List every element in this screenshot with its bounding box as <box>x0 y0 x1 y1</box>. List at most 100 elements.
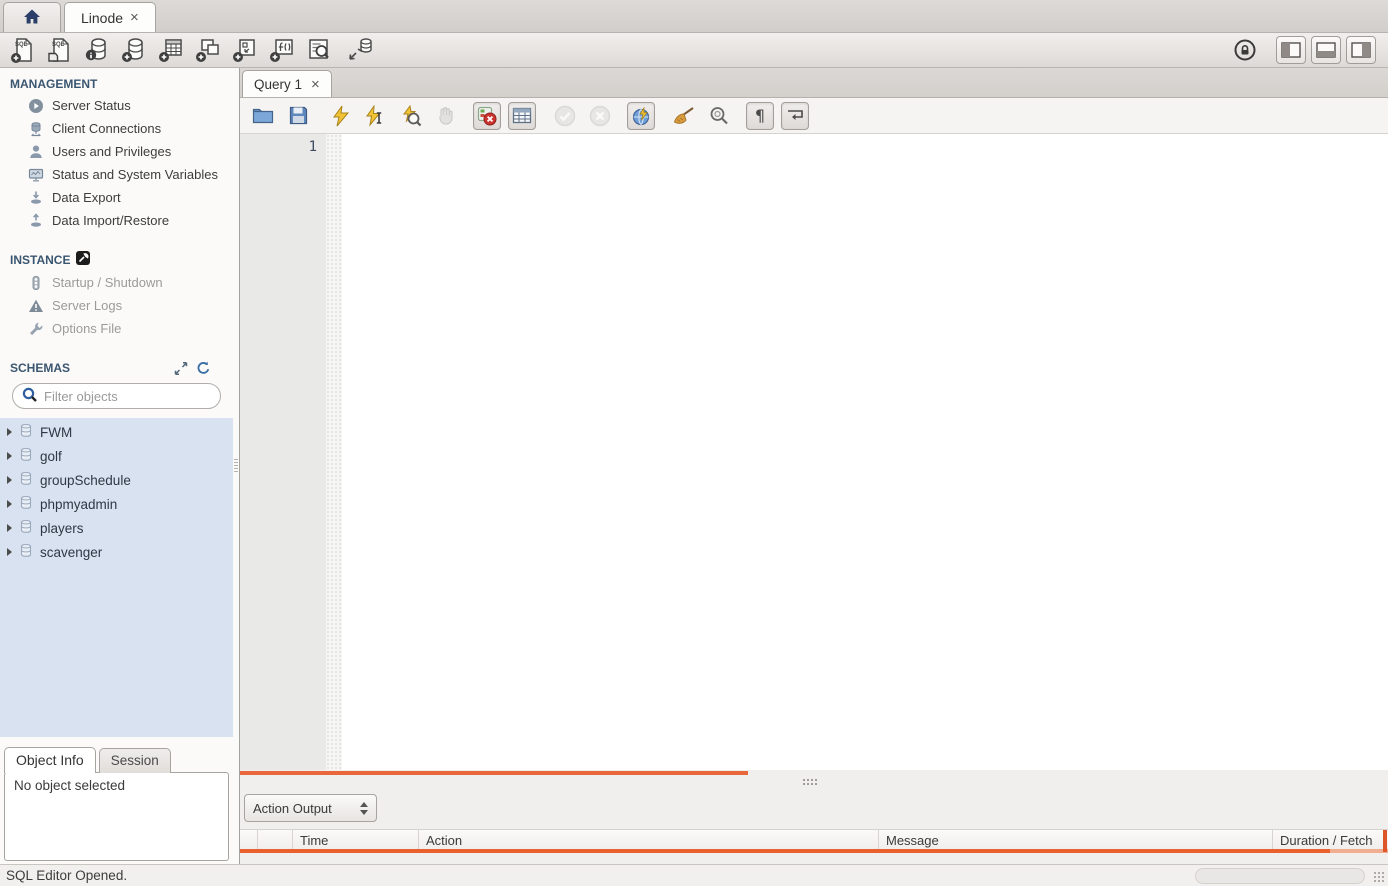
admin-wrench-badge-icon <box>76 251 90 268</box>
query-tabbar: Query 1 × <box>240 68 1388 98</box>
sidebar-item-data-import[interactable]: Data Import/Restore <box>0 209 233 232</box>
home-tab[interactable] <box>3 2 61 32</box>
new-table-button[interactable] <box>152 35 189 65</box>
save-button[interactable] <box>284 102 312 130</box>
output-hscrollbar-thumb[interactable] <box>240 849 1330 853</box>
toolbar-right-group <box>1231 36 1384 64</box>
expander-icon[interactable] <box>7 428 12 436</box>
rollback-button[interactable] <box>586 102 614 130</box>
open-sql-script-button[interactable]: SQL <box>41 35 78 65</box>
output-splitter[interactable] <box>240 776 1388 787</box>
sidebar-item-options-file[interactable]: Options File <box>0 317 233 340</box>
explain-button[interactable] <box>397 102 425 130</box>
schema-filter-box <box>12 383 221 409</box>
schema-inspector-button[interactable] <box>78 35 115 65</box>
management-section-title: MANAGEMENT <box>0 68 233 94</box>
execute-current-statement-button[interactable] <box>362 102 390 130</box>
toggle-word-wrap-button[interactable] <box>781 102 809 130</box>
query-tab[interactable]: Query 1 × <box>242 70 332 97</box>
schema-row-fwm[interactable]: FWM <box>0 420 233 444</box>
splitter-grip <box>802 778 818 785</box>
database-icon <box>19 471 33 489</box>
new-procedure-button[interactable] <box>226 35 263 65</box>
schema-row-scavenger[interactable]: scavenger <box>0 540 233 564</box>
reconnect-dbms-button[interactable] <box>341 35 378 65</box>
expander-icon[interactable] <box>7 548 12 556</box>
tab-object-info[interactable]: Object Info <box>4 747 96 773</box>
schema-row-players[interactable]: players <box>0 516 233 540</box>
toggle-left-sidebar-button[interactable] <box>1276 36 1306 64</box>
output-type-select[interactable]: Action Output <box>244 794 377 822</box>
new-view-button[interactable] <box>189 35 226 65</box>
sidebar-item-users-privileges[interactable]: Users and Privileges <box>0 140 233 163</box>
sidebar-item-server-status[interactable]: Server Status <box>0 94 233 117</box>
connection-tab-label: Linode <box>81 10 123 26</box>
connection-status-icon[interactable] <box>1231 36 1259 64</box>
search-table-data-button[interactable] <box>300 35 337 65</box>
server-logs-icon <box>27 298 44 314</box>
editor-area: Query 1 × ¶ <box>240 68 1388 864</box>
sidebar-item-client-connections[interactable]: Client Connections <box>0 117 233 140</box>
close-icon[interactable]: × <box>311 77 320 92</box>
sql-editor[interactable]: 1 <box>240 134 1388 770</box>
info-tabbar: Object Info Session <box>0 737 233 773</box>
output-type-label: Action Output <box>253 801 354 816</box>
home-icon <box>22 8 42 28</box>
close-icon[interactable]: × <box>130 10 139 25</box>
system-variables-icon <box>27 167 44 183</box>
toggle-autocommit-button[interactable] <box>627 102 655 130</box>
sidebar: MANAGEMENT Server Status Client Connecti… <box>0 68 233 864</box>
database-icon <box>19 495 33 513</box>
schema-row-phpmyadmin[interactable]: phpmyadmin <box>0 492 233 516</box>
show-invisibles-button[interactable]: ¶ <box>746 102 774 130</box>
code-fold-margin <box>326 134 342 770</box>
users-icon <box>27 144 44 160</box>
startup-shutdown-icon <box>27 275 44 291</box>
data-import-icon <box>27 213 44 229</box>
object-info-panel: No object selected <box>4 772 229 861</box>
schema-row-golf[interactable]: golf <box>0 444 233 468</box>
limit-rows-button[interactable] <box>508 102 536 130</box>
sql-file-label: SQL <box>15 42 27 48</box>
connection-tab-linode[interactable]: Linode × <box>64 2 156 32</box>
find-button[interactable] <box>705 102 733 130</box>
output-table-header: Time Action Message Duration / Fetch <box>240 829 1388 852</box>
sidebar-item-startup-shutdown[interactable]: Startup / Shutdown <box>0 271 233 294</box>
stop-button[interactable] <box>432 102 460 130</box>
toggle-right-sidebar-button[interactable] <box>1346 36 1376 64</box>
data-export-icon <box>27 190 44 206</box>
new-schema-button[interactable] <box>115 35 152 65</box>
sidebar-splitter[interactable] <box>233 68 240 864</box>
execute-button[interactable] <box>327 102 355 130</box>
schema-tree: FWM golf groupSchedule phpmyadmin <box>0 418 233 737</box>
status-scrollbar-thumb[interactable] <box>1195 868 1365 884</box>
connection-tabbar: Linode × <box>0 0 1388 33</box>
expander-icon[interactable] <box>7 476 12 484</box>
tab-session[interactable]: Session <box>99 748 171 773</box>
expander-icon[interactable] <box>7 452 12 460</box>
toggle-stop-on-error-button[interactable] <box>473 102 501 130</box>
sidebar-item-system-variables[interactable]: Status and System Variables <box>0 163 233 186</box>
sidebar-item-server-logs[interactable]: Server Logs <box>0 294 233 317</box>
output-vscrollbar-thumb[interactable] <box>1383 830 1387 852</box>
editor-hscrollbar-thumb[interactable] <box>240 771 748 775</box>
query-tab-label: Query 1 <box>254 77 302 92</box>
schema-filter-input[interactable] <box>44 389 211 404</box>
expander-icon[interactable] <box>7 524 12 532</box>
new-sql-tab-button[interactable]: SQL <box>4 35 41 65</box>
refresh-schemas-icon[interactable] <box>195 361 211 375</box>
beautify-button[interactable] <box>670 102 698 130</box>
expand-schemas-icon[interactable] <box>173 361 189 375</box>
toggle-bottom-panel-button[interactable] <box>1311 36 1341 64</box>
window-resize-grip[interactable] <box>1373 871 1386 884</box>
new-function-button[interactable] <box>263 35 300 65</box>
commit-button[interactable] <box>551 102 579 130</box>
open-file-button[interactable] <box>249 102 277 130</box>
sidebar-item-data-export[interactable]: Data Export <box>0 186 233 209</box>
expander-icon[interactable] <box>7 500 12 508</box>
output-hscrollbar[interactable] <box>240 849 1388 853</box>
main-toolbar: SQL SQL <box>0 33 1388 68</box>
search-icon <box>22 387 38 406</box>
line-number: 1 <box>309 139 317 155</box>
schema-row-groupschedule[interactable]: groupSchedule <box>0 468 233 492</box>
